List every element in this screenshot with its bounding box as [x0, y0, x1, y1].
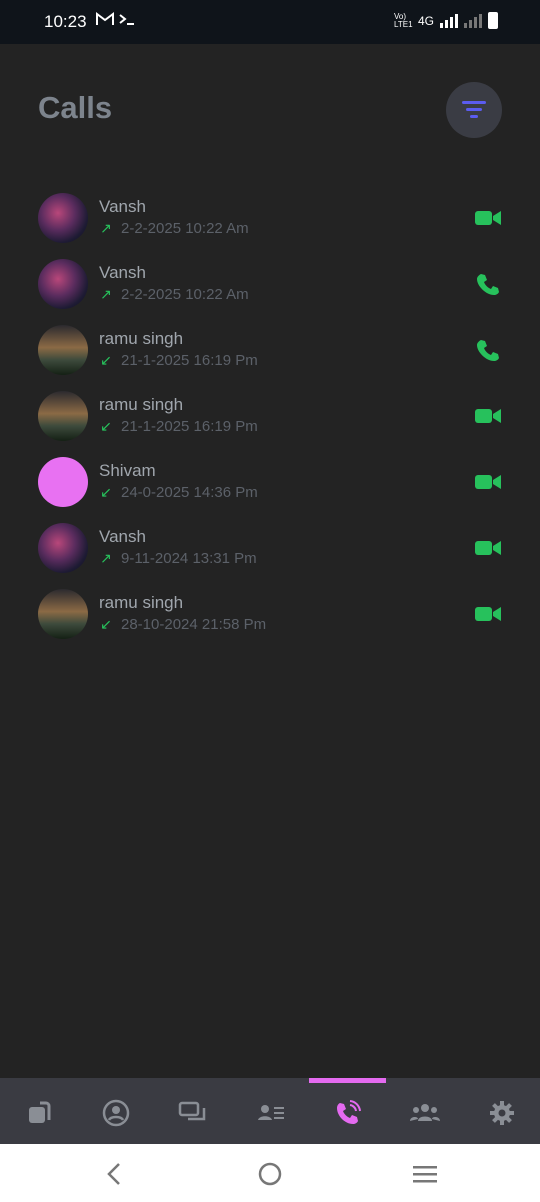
video-call-icon[interactable]	[474, 470, 502, 494]
call-meta: ↗ 9-11-2024 13:31 Pm	[99, 550, 257, 567]
call-meta: ↙ 21-1-2025 16:19 Pm	[99, 352, 258, 369]
groups-icon[interactable]	[409, 1098, 441, 1128]
call-meta: ↙ 21-1-2025 16:19 Pm	[99, 418, 258, 435]
call-datetime: 28-10-2024 21:58 Pm	[121, 616, 267, 633]
settings-icon[interactable]	[486, 1098, 518, 1128]
call-row[interactable]: ramu singh ↙ 21-1-2025 16:19 Pm	[0, 384, 540, 450]
avatar[interactable]	[38, 391, 88, 441]
video-call-icon[interactable]	[474, 404, 502, 428]
call-datetime: 21-1-2025 16:19 Pm	[121, 352, 258, 369]
contact-name: Vansh	[99, 197, 146, 216]
avatar[interactable]	[38, 259, 88, 309]
status-system-icons: Vo) LTE1 4G	[394, 12, 498, 29]
contact-name: Shivam	[99, 461, 156, 480]
video-call-icon[interactable]	[474, 602, 502, 626]
calls-icon[interactable]	[332, 1098, 364, 1128]
call-meta: ↗ 2-2-2025 10:22 Am	[99, 220, 249, 237]
back-icon[interactable]	[100, 1160, 130, 1188]
terminal-icon	[119, 14, 135, 25]
call-meta: ↙ 28-10-2024 21:58 Pm	[99, 616, 266, 633]
voice-call-icon[interactable]	[474, 272, 502, 296]
video-call-icon[interactable]	[474, 206, 502, 230]
call-datetime: 2-2-2025 10:22 Am	[121, 220, 249, 237]
call-datetime: 9-11-2024 13:31 Pm	[121, 550, 257, 567]
page-title: Calls	[38, 90, 113, 125]
outgoing-arrow-icon: ↗	[100, 286, 112, 302]
call-meta: ↙ 24-0-2025 14:36 Pm	[99, 484, 258, 501]
bottom-nav	[0, 1078, 540, 1144]
incoming-arrow-icon: ↙	[100, 616, 112, 632]
signal-icon	[440, 13, 458, 28]
incoming-arrow-icon: ↙	[100, 484, 112, 500]
system-nav-bar	[0, 1144, 540, 1202]
filter-button[interactable]	[446, 82, 502, 138]
contacts-icon[interactable]	[255, 1098, 287, 1128]
chats-icon[interactable]	[177, 1098, 209, 1128]
avatar[interactable]	[38, 325, 88, 375]
call-row[interactable]: Shivam ↙ 24-0-2025 14:36 Pm	[0, 450, 540, 516]
avatar[interactable]	[38, 589, 88, 639]
avatar[interactable]	[38, 523, 88, 573]
call-list: Vansh ↗ 2-2-2025 10:22 Am Vansh ↗ 2-2-2025 10…	[0, 186, 540, 648]
contact-name: ramu singh	[99, 395, 184, 414]
outgoing-arrow-icon: ↗	[100, 220, 112, 236]
status-bar: 10:23 Vo) LTE1 4G	[0, 0, 540, 44]
status-notification-icons	[96, 12, 136, 30]
incoming-arrow-icon: ↙	[100, 418, 112, 434]
incoming-arrow-icon: ↙	[100, 352, 112, 368]
status-time: 10:23	[44, 12, 87, 31]
network-type: 4G	[417, 13, 434, 28]
avatar[interactable]	[38, 457, 88, 507]
outgoing-arrow-icon: ↗	[100, 550, 112, 566]
call-datetime: 24-0-2025 14:36 Pm	[121, 484, 258, 501]
volte-label: Vo) LTE1	[393, 11, 413, 29]
home-icon[interactable]	[255, 1160, 285, 1188]
contact-name: ramu singh	[99, 593, 184, 612]
stories-icon[interactable]	[23, 1098, 55, 1128]
call-row[interactable]: Vansh ↗ 9-11-2024 13:31 Pm	[0, 516, 540, 582]
call-datetime: 21-1-2025 16:19 Pm	[121, 418, 258, 435]
voice-call-icon[interactable]	[474, 338, 502, 362]
avatar[interactable]	[38, 193, 88, 243]
battery-icon	[488, 12, 498, 29]
call-datetime: 2-2-2025 10:22 Am	[121, 286, 249, 303]
recents-icon[interactable]	[410, 1160, 440, 1188]
contact-name: Vansh	[99, 263, 146, 282]
call-row[interactable]: Vansh ↗ 2-2-2025 10:22 Am	[0, 186, 540, 252]
contact-name: Vansh	[99, 527, 146, 546]
gmail-icon	[96, 12, 114, 25]
profile-icon[interactable]	[100, 1098, 132, 1128]
call-row[interactable]: ramu singh ↙ 21-1-2025 16:19 Pm	[0, 318, 540, 384]
call-meta: ↗ 2-2-2025 10:22 Am	[99, 286, 249, 303]
call-row[interactable]: ramu singh ↙ 28-10-2024 21:58 Pm	[0, 582, 540, 648]
contact-name: ramu singh	[99, 329, 184, 348]
signal-2-icon	[464, 13, 482, 28]
video-call-icon[interactable]	[474, 536, 502, 560]
active-tab-indicator	[309, 1078, 386, 1083]
call-row[interactable]: Vansh ↗ 2-2-2025 10:22 Am	[0, 252, 540, 318]
filter-icon	[462, 101, 486, 118]
